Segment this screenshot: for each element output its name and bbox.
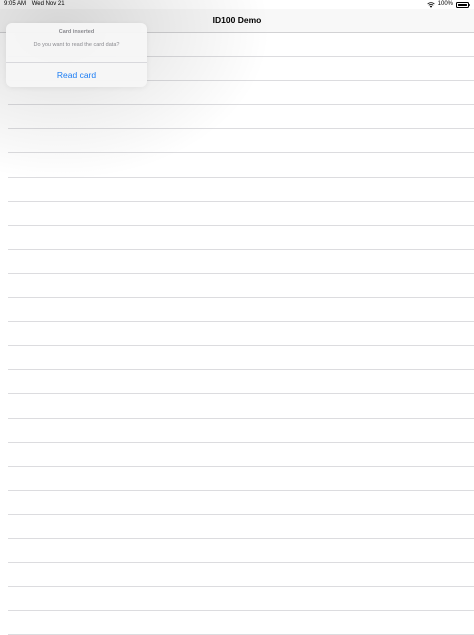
status-right: 100% (426, 0, 471, 9)
status-time: 9:05 AM (4, 1, 27, 7)
table-row[interactable] (8, 443, 474, 467)
table-row[interactable] (8, 539, 474, 564)
table-row[interactable] (8, 274, 474, 299)
table-row[interactable] (8, 394, 474, 419)
read-card-button[interactable]: Read card (6, 63, 147, 87)
wifi-icon (426, 1, 435, 8)
battery-icon (456, 1, 471, 8)
table-row[interactable] (8, 153, 474, 178)
table-row[interactable] (8, 322, 474, 347)
table-row[interactable] (8, 419, 474, 443)
table-row[interactable] (8, 202, 474, 226)
battery-percentage: 100% (437, 1, 453, 7)
table-row[interactable] (8, 515, 474, 539)
table-row[interactable] (8, 611, 474, 635)
table-row[interactable] (8, 226, 474, 250)
status-left: 9:05 AM Wed Nov 21 (4, 0, 65, 9)
table-row[interactable] (8, 129, 474, 154)
table-row[interactable] (8, 298, 474, 323)
table-row[interactable] (8, 467, 474, 491)
status-bar: 9:05 AM Wed Nov 21 100% (0, 0, 474, 9)
table-row[interactable] (8, 563, 474, 588)
table-row[interactable] (8, 178, 474, 202)
alert-title: Card inserted (58, 29, 95, 35)
alert-message: Do you want to read the card data? (33, 42, 120, 48)
status-date: Wed Nov 21 (31, 1, 65, 7)
table-view[interactable] (0, 33, 474, 635)
table-row[interactable] (8, 587, 474, 612)
table-row[interactable] (8, 370, 474, 395)
table-row[interactable] (8, 346, 474, 371)
card-alert: Card inserted Do you want to read the ca… (6, 23, 147, 87)
table-row[interactable] (8, 491, 474, 515)
table-row[interactable] (8, 105, 474, 130)
table-row[interactable] (8, 250, 474, 274)
